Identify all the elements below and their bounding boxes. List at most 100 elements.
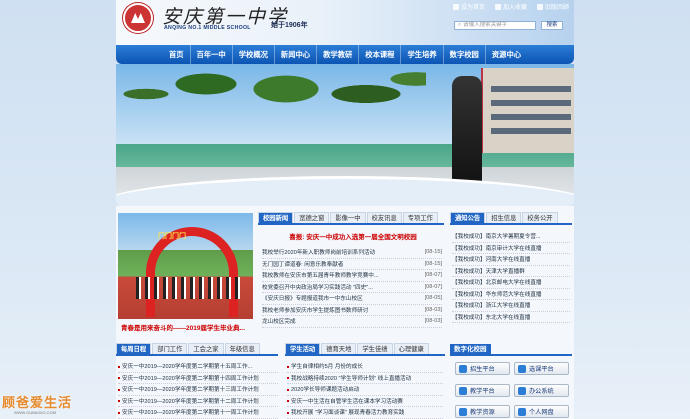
search-button[interactable]: 搜索 [541,21,563,30]
banner-statue [452,76,482,188]
nav-news[interactable]: 新闻中心 [275,45,318,64]
tab-union[interactable]: 工会之家 [188,343,224,354]
bullet-icon [287,388,289,391]
watermark: 顾爸爱生活 [2,395,73,410]
weekly-list: 安庆一中2019—2020学年度第二学期第十五周工作... 安庆一中2019—2… [118,361,278,419]
list-item[interactable]: 安庆一中生活在自管学生活在课本学习活动赛 [287,396,443,407]
founded-year: 始于1906年 [271,22,308,29]
page: 安庆第一中学 ANQING NO.1 MIDDLE SCHOOL 始于1906年… [0,0,690,419]
personal-drive-button[interactable]: 个人网盘 [514,405,569,418]
news-photo[interactable]: 门门门门 [118,213,253,319]
main-nav: 首页 百年一中 学校概况 新闻中心 教学教研 校本课程 学生培养 数字校园 资源… [116,45,574,64]
weekly-tabs: 每周日程 部门工作 工会之家 年级信息 [116,343,278,356]
tab-image-school[interactable]: 影像一中 [330,212,366,223]
list-item[interactable]: 《安庆日报》专题报道我市一中东山校区 [08-05] [262,293,442,305]
bullet-icon [118,377,120,380]
list-item[interactable]: 学生自律相约5月 月份的成长 [287,361,443,373]
list-item[interactable]: 2020学长导师课题活动启动 [287,384,443,396]
resources-icon [459,407,467,416]
student-tabs: 学生活动 德育天地 学生佳绩 心理健康 [285,343,445,356]
list-item[interactable]: 我校老师参加安庆市学生提炼图书数师研讨 [08-03] [262,305,442,316]
list-item[interactable]: 【我校成功】北京邮电大学在线直播 [452,277,570,289]
list-item[interactable]: 安庆一中2019—2020学年度第二学期第十五周工作... [118,361,278,373]
bullet-icon [118,388,120,391]
office-system-button[interactable]: 办公系统 [514,384,569,397]
list-item[interactable]: 【我校成功】华东师范大学在线直播 [452,289,570,300]
nav-teaching[interactable]: 教学教研 [317,45,360,64]
bullet-icon [118,411,120,414]
student-list: 学生自律相约5月 月份的成长 我校战略持续2020 "学生导师计划" 线上直播活… [287,361,443,419]
photo-arch-text: 门门门门 [158,233,186,240]
notice-list: 【我校成功】南京大学暑期夏令营... 【我校成功】南京审计大学在线直播 【我校成… [452,231,570,323]
tab-weekly-schedule[interactable]: 每周日程 [116,343,152,354]
tab-notices[interactable]: 通知公告 [450,212,486,223]
tab-virtue-window[interactable]: 宽德之窗 [294,212,330,223]
list-item[interactable]: 无门园丁谭道春: 闲意乐教奉献者 [08-15] [262,259,442,270]
tab-school-affairs[interactable]: 校务公开 [522,212,558,223]
tab-student-activities[interactable]: 学生活动 [285,343,321,354]
nav-resources[interactable]: 资源中心 [486,45,527,64]
history-icon [537,3,544,10]
tab-mental-health[interactable]: 心理健康 [393,343,429,354]
office-icon [518,386,526,395]
list-item[interactable]: 【我校成功】河南大学在线直播 [452,254,570,266]
nav-overview[interactable]: 学校概况 [233,45,275,64]
list-item[interactable]: 我校举行2020年新入职教师岗前培训系列活动 [08-15] [262,247,442,259]
list-item[interactable]: 【我校成功】浙江大学在线直播 [452,300,570,312]
news-headline[interactable]: 喜报: 安庆一中成功入选第一届全国文明校园 [262,231,444,241]
course-selection-button[interactable]: 选课平台 [514,362,569,375]
photo-people [136,277,244,299]
tab-department-work[interactable]: 部门工作 [152,343,188,354]
notice-tabs: 通知公告 招生信息 校务公开 [450,212,572,225]
list-item[interactable]: 安庆一中2019—2020学年度第二学期第十四周工作计划 [118,373,278,384]
site-header: 安庆第一中学 ANQING NO.1 MIDDLE SCHOOL 始于1906年… [116,0,574,45]
nav-home[interactable]: 首页 [163,45,191,64]
tab-grade-info[interactable]: 年级信息 [224,343,260,354]
list-item[interactable]: 【我校成功】东北大学在线直播 [452,312,570,323]
list-item[interactable]: 龙山校区完成 [08-03] [262,316,442,328]
star-icon [495,3,502,10]
search-input[interactable]: ⌕ 请输入搜索关键字 [454,21,536,30]
nav-students[interactable]: 学生培养 [401,45,444,64]
search-icon: ⌕ [458,22,462,28]
bullet-icon [287,411,289,414]
digital-campus-header: 数字化校园 [450,344,572,356]
news-list: 我校举行2020年新入职教师岗前培训系列活动 [08-15] 无门园丁谭道春: 闲… [262,247,442,328]
tab-student-achievements[interactable]: 学生佳绩 [357,343,393,354]
list-item[interactable]: 安庆一中2019—2020学年度第二学期第十二周工作计划 [118,396,278,407]
school-name-en: ANQING NO.1 MIDDLE SCHOOL [164,25,251,31]
bullet-icon [287,400,289,403]
teaching-resources-button[interactable]: 教学资源 [455,405,510,418]
add-favorite-link[interactable]: 加入收藏 [495,2,527,11]
drive-icon [518,407,526,416]
admissions-platform-button[interactable]: 招生平台 [455,362,510,375]
list-item[interactable]: 安庆一中2019—2020学年度第二学期第十一周工作计划 [118,407,278,419]
list-item[interactable]: 【我校成功】南京审计大学在线直播 [452,243,570,254]
school-logo[interactable] [123,3,153,33]
admissions-icon [459,364,467,373]
tab-special-work[interactable]: 专项工作 [402,212,438,223]
list-item[interactable]: 【我校成功】天津大学直播群 [452,266,570,277]
news-tabs: 校园新闻 宽德之窗 影像一中 校友讯息 专项工作 [258,212,444,225]
course-icon [518,364,526,373]
list-item[interactable]: 【我校成功】南京大学暑期夏令营... [452,231,570,243]
teaching-platform-button[interactable]: 教学平台 [455,384,510,397]
list-item[interactable]: 校党委召开中央政治局学习实践活动 "四史"... [08-07] [262,282,442,293]
tab-admissions[interactable]: 招生信息 [486,212,522,223]
nav-digital[interactable]: 数字校园 [444,45,486,64]
tab-moral-education[interactable]: 德育天地 [321,343,357,354]
photo-caption[interactable]: 青春是用来奋斗的——2019届学生毕业典... [121,322,249,332]
old-version-link[interactable]: 旧版回顾 [537,2,569,11]
list-item[interactable]: 我校战略持续2020 "学生导师计划" 线上直播活动 [287,373,443,384]
bullet-icon [287,365,289,368]
set-homepage-link[interactable]: 设为首页 [453,2,485,11]
list-item[interactable]: 我校开展 "学习面谈课" 展现青春活力教育实践 [287,407,443,419]
list-item[interactable]: 我校教师在安庆市第五届青年教师教学竞赛中... [08-07] [262,270,442,282]
nav-courses[interactable]: 校本课程 [359,45,402,64]
list-item[interactable]: 安庆一中2019—2020学年度第二学期第十三周工作计划 [118,384,278,396]
campus-banner [116,64,574,206]
watermark-url: WWW.GUBAIXIO.COM [14,410,56,415]
nav-history[interactable]: 百年一中 [191,45,233,64]
tab-alumni-news[interactable]: 校友讯息 [366,212,402,223]
tab-campus-news[interactable]: 校园新闻 [258,212,294,223]
